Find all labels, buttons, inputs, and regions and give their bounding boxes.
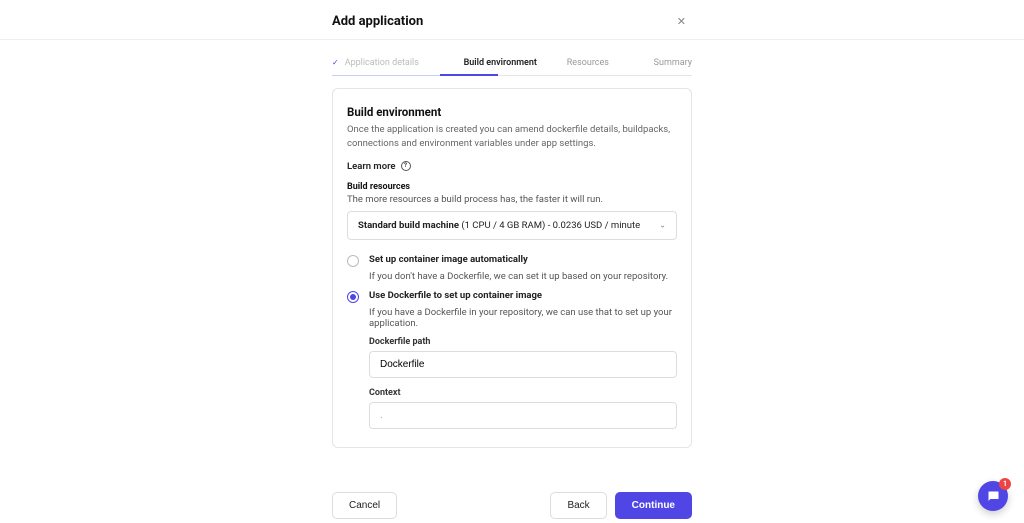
chevron-down-icon: ⌄ xyxy=(659,221,666,230)
context-label: Context xyxy=(369,388,677,398)
build-machine-name: Standard build machine xyxy=(358,220,459,231)
context-block: Context xyxy=(369,388,677,429)
continue-button[interactable]: Continue xyxy=(615,492,692,519)
section-description: Once the application is created you can … xyxy=(347,123,677,151)
build-environment-card: Build environment Once the application i… xyxy=(332,88,692,448)
learn-more-label: Learn more xyxy=(347,161,396,172)
context-input[interactable] xyxy=(369,402,677,429)
step-summary[interactable]: Summary xyxy=(624,50,692,75)
step-application-details[interactable]: ✓ Application details xyxy=(332,50,449,75)
radio-icon xyxy=(347,291,359,303)
build-machine-select[interactable]: Standard build machine (1 CPU / 4 GB RAM… xyxy=(347,211,677,240)
step-label: Summary xyxy=(654,58,692,68)
build-resources-subtext: The more resources a build process has, … xyxy=(347,194,677,205)
step-label: Application details xyxy=(345,58,419,68)
learn-more-link[interactable]: Learn more ? xyxy=(347,161,677,172)
radio-dockerfile-label: Use Dockerfile to set up container image xyxy=(369,290,542,301)
dockerfile-path-label: Dockerfile path xyxy=(369,337,677,347)
chat-badge: 1 xyxy=(999,478,1011,490)
build-resources-heading: Build resources xyxy=(347,182,677,192)
modal-content: ✓ Application details Build environment R… xyxy=(0,40,1024,448)
chat-icon xyxy=(986,489,1001,504)
modal-header-bar: Add application ✕ xyxy=(0,0,1024,40)
radio-auto-label: Set up container image automatically xyxy=(369,254,528,265)
dockerfile-path-input[interactable] xyxy=(369,351,677,378)
step-resources[interactable]: Resources xyxy=(552,50,624,75)
radio-auto[interactable]: Set up container image automatically xyxy=(347,254,677,267)
build-machine-spec: (1 CPU / 4 GB RAM) - 0.0236 USD / minute xyxy=(459,220,640,231)
back-button[interactable]: Back xyxy=(550,492,606,519)
section-title: Build environment xyxy=(347,105,677,119)
radio-icon xyxy=(347,255,359,267)
step-label: Build environment xyxy=(464,58,537,68)
modal-title: Add application xyxy=(332,14,692,29)
info-icon: ? xyxy=(401,161,411,171)
check-icon: ✓ xyxy=(332,58,339,67)
modal-footer: Cancel Back Continue xyxy=(0,488,1024,523)
radio-dockerfile[interactable]: Use Dockerfile to set up container image xyxy=(347,290,677,303)
close-icon[interactable]: ✕ xyxy=(677,16,686,27)
step-label: Resources xyxy=(567,58,609,68)
radio-auto-description: If you don't have a Dockerfile, we can s… xyxy=(369,271,677,282)
chat-fab[interactable]: 1 xyxy=(978,481,1008,511)
cancel-button[interactable]: Cancel xyxy=(332,492,397,519)
radio-dockerfile-description: If you have a Dockerfile in your reposit… xyxy=(369,307,677,329)
step-build-environment[interactable]: Build environment xyxy=(449,50,552,75)
dockerfile-path-block: Dockerfile path xyxy=(369,337,677,378)
stepper-progress-done xyxy=(332,75,440,77)
stepper-progress-active xyxy=(440,74,498,76)
stepper: ✓ Application details Build environment R… xyxy=(332,50,692,76)
container-image-options: Set up container image automatically If … xyxy=(347,254,677,429)
